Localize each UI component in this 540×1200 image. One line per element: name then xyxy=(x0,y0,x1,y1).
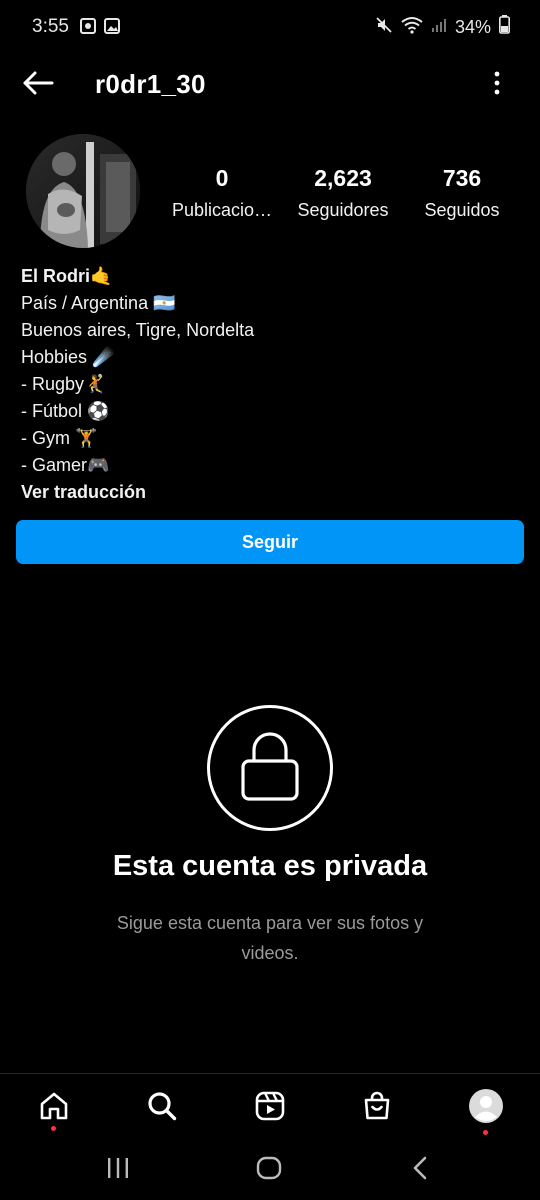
profile-stats: 0 Publicacio… 2,623 Seguidores 736 Segui… xyxy=(160,163,530,227)
profile-notification-dot xyxy=(483,1130,488,1135)
stat-followers-label: Seguidores xyxy=(297,200,389,220)
profile-app-bar: r0dr1_30 xyxy=(0,60,540,110)
private-account-title: Esta cuenta es privada xyxy=(112,850,428,882)
media-notification-icon xyxy=(80,18,96,39)
bio-display-name: El Rodri🤙 xyxy=(21,266,113,286)
bio-line: - Gym 🏋 xyxy=(21,428,98,448)
chevron-left-icon xyxy=(412,1156,428,1185)
system-home-button[interactable] xyxy=(249,1155,289,1185)
search-icon xyxy=(146,1090,178,1127)
bottom-navigation xyxy=(0,1073,540,1143)
bio-line: País / Argentina 🇦🇷 xyxy=(21,293,176,313)
recent-apps-button[interactable] xyxy=(98,1155,138,1185)
follow-button[interactable]: Seguir xyxy=(16,520,524,564)
nav-profile[interactable] xyxy=(466,1088,506,1128)
system-back-button[interactable] xyxy=(400,1155,440,1185)
stat-followers[interactable]: 2,623 Seguidores xyxy=(284,163,402,227)
status-notification-icons xyxy=(80,18,120,39)
stat-followers-value: 2,623 xyxy=(314,165,372,191)
system-navigation-bar xyxy=(0,1143,540,1200)
profile-avatar[interactable] xyxy=(26,134,140,248)
status-system-icons: 34% xyxy=(375,15,510,39)
back-arrow-icon xyxy=(22,71,54,100)
private-lock-badge xyxy=(207,705,333,831)
reels-icon xyxy=(254,1090,286,1127)
nav-shop[interactable] xyxy=(357,1088,397,1128)
stat-following[interactable]: 736 Seguidos xyxy=(402,163,522,227)
recent-apps-icon xyxy=(106,1157,130,1184)
shop-icon xyxy=(361,1090,393,1127)
more-vertical-icon xyxy=(494,71,500,100)
bio-line: - Rugby🤾 xyxy=(21,374,107,394)
battery-percent: 34% xyxy=(454,16,491,37)
see-translation-link[interactable]: Ver traducción xyxy=(21,479,501,506)
stat-posts-label: Publicacio… xyxy=(171,200,273,220)
signal-icon xyxy=(431,17,447,38)
nav-search[interactable] xyxy=(142,1088,182,1128)
system-home-icon xyxy=(256,1156,282,1185)
profile-avatar-icon xyxy=(469,1088,503,1128)
stat-posts-value: 0 xyxy=(215,165,229,191)
status-time: 3:55 xyxy=(32,16,69,37)
nav-home[interactable] xyxy=(34,1088,74,1128)
nav-reels[interactable] xyxy=(250,1088,290,1128)
wifi-icon xyxy=(401,16,423,39)
bio-line: - Fútbol ⚽ xyxy=(21,401,110,421)
more-options-button[interactable] xyxy=(482,68,512,102)
back-button[interactable] xyxy=(18,68,58,102)
stat-following-label: Seguidos xyxy=(424,200,500,220)
profile-username: r0dr1_30 xyxy=(95,69,206,99)
stat-posts[interactable]: 0 Publicacio… xyxy=(160,163,284,227)
gallery-notification-icon xyxy=(104,18,120,39)
lock-icon xyxy=(240,730,300,807)
instagram-profile-screen: 3:55 34% r0dr1_30 0 Publicacio… 2,623 Se… xyxy=(0,0,540,1200)
mute-icon xyxy=(375,16,393,39)
bio-line: Buenos aires, Tigre, Nordelta xyxy=(21,320,255,340)
bio-line: Hobbies ☄️ xyxy=(21,347,115,367)
home-notification-dot xyxy=(51,1126,56,1131)
status-bar: 3:55 34% xyxy=(0,0,540,54)
bio-line: - Gamer🎮 xyxy=(21,455,110,475)
private-account-description: Sigue esta cuenta para ver sus fotos y v… xyxy=(116,913,424,963)
stat-following-value: 736 xyxy=(442,165,482,191)
home-icon xyxy=(38,1090,70,1127)
profile-bio: El Rodri🤙 País / Argentina 🇦🇷 Buenos air… xyxy=(21,263,501,506)
battery-icon xyxy=(499,15,510,39)
